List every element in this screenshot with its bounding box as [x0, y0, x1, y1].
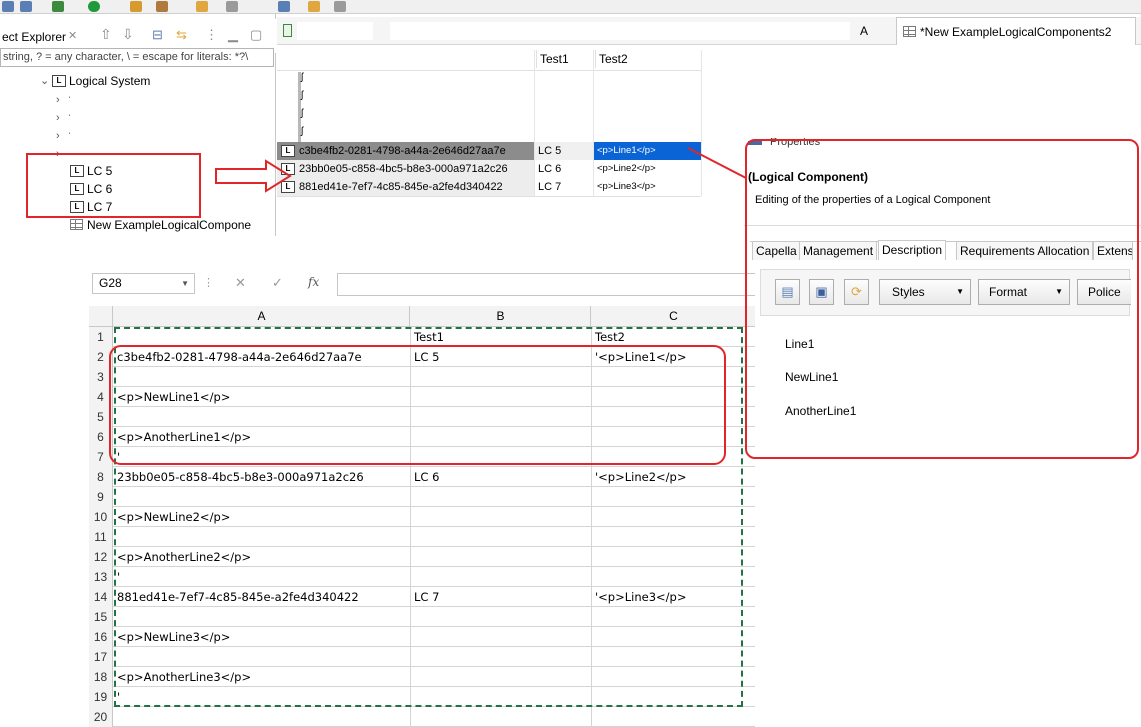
annotation-arrows — [215, 147, 747, 193]
arrow-right-icon — [215, 159, 292, 193]
connector-line — [687, 147, 747, 179]
